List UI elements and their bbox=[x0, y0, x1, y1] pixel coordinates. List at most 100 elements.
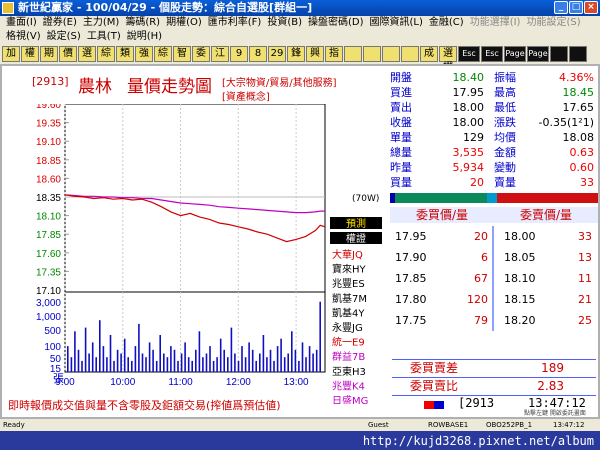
menu-bar: 畫面(I) 證券(E) 主力(M) 籌碼(R) 期權(O) 匯市利率(F) 投資(B) 操盤密… bbox=[0, 16, 600, 44]
volume-bar bbox=[259, 353, 261, 372]
close-button[interactable]: × bbox=[584, 1, 598, 14]
quote-label: 金額 bbox=[494, 146, 516, 159]
toolbar-button[interactable]: 強 bbox=[135, 46, 153, 62]
volume-bar bbox=[109, 335, 112, 372]
volume-tick-label: 1,000 bbox=[36, 312, 61, 323]
toolbar-button[interactable] bbox=[550, 46, 568, 62]
time-tick-label: 12:00 bbox=[226, 377, 251, 388]
stock-concept[interactable]: [資產概念] bbox=[222, 88, 270, 103]
price-volume-chart[interactable]: 19.60 19.35 19.10 18.85 18.60 18.35 18.10 17.85… bbox=[10, 104, 387, 404]
toolbar-button[interactable]: 綜 bbox=[154, 46, 172, 62]
broker-label: 日盛MG bbox=[332, 394, 368, 404]
toolbar-button[interactable]: 9 bbox=[230, 46, 248, 62]
quote-label: 買進 bbox=[390, 86, 412, 99]
menu-item[interactable]: 操盤密碼(D) bbox=[305, 16, 367, 30]
volume-bar bbox=[291, 331, 293, 372]
menu-item[interactable]: 證券(E) bbox=[40, 16, 80, 30]
volume-bar bbox=[234, 353, 236, 372]
broker-label: 群益7B bbox=[332, 350, 365, 363]
menu-item[interactable]: 匯市利率(F) bbox=[205, 16, 265, 30]
orderbook: 17.95 20 18.00 33 17.90 6 18.05 13 17.85 67 18.10 1… bbox=[390, 226, 598, 331]
price-tick-label: 18.85 bbox=[36, 156, 61, 167]
toolbar-button[interactable]: 選擇 bbox=[439, 46, 457, 73]
ask-qty: 33 bbox=[578, 230, 592, 243]
toolbar-button[interactable]: 指 bbox=[325, 46, 343, 62]
toolbar-button[interactable]: 智 bbox=[173, 46, 191, 62]
volume-bar bbox=[255, 360, 257, 372]
quote-label: 賣量 bbox=[494, 176, 516, 189]
toolbar-button[interactable]: 江 bbox=[211, 46, 229, 62]
orderbook-row[interactable]: 17.80 120 18.15 21 bbox=[390, 289, 598, 310]
toolbar-button[interactable]: Esc bbox=[458, 46, 480, 62]
orderbook-summary: 委買賣差 189 委買賣比 2.83 bbox=[390, 359, 598, 396]
menu-item[interactable]: 畫面(I) bbox=[3, 16, 40, 30]
toolbar-button[interactable]: 鋒 bbox=[287, 46, 305, 62]
maximize-button[interactable]: □ bbox=[569, 1, 583, 14]
toolbar-button[interactable] bbox=[569, 46, 587, 62]
status-time: 13:47:12 bbox=[553, 421, 585, 429]
quote-value: 4.36% bbox=[559, 71, 594, 84]
bid-qty: 6 bbox=[481, 251, 488, 264]
orderbook-row[interactable]: 17.95 20 18.00 33 bbox=[390, 226, 598, 247]
toolbar-button[interactable] bbox=[401, 46, 419, 62]
quote-label: 買量 bbox=[390, 176, 412, 189]
menu-item[interactable]: 功能選擇(I) bbox=[467, 16, 524, 30]
diff-value: 189 bbox=[541, 361, 564, 375]
toolbar-button[interactable]: Page Up bbox=[504, 46, 526, 72]
toolbar-button[interactable] bbox=[344, 46, 362, 62]
window-titlebar: 新世紀贏家 - 100/04/29 - 個股走勢：綜合自選股[群組一] _ □ … bbox=[0, 0, 600, 16]
quote-label: 最低 bbox=[494, 101, 516, 114]
bid-price: 17.85 bbox=[395, 272, 427, 285]
menu-item[interactable]: 功能設定(S) bbox=[523, 16, 583, 30]
volume-bar bbox=[180, 353, 183, 372]
menu-item[interactable]: 投資(B) bbox=[264, 16, 305, 30]
menu-item[interactable]: 設定(S) bbox=[44, 30, 84, 44]
toolbar-button[interactable] bbox=[382, 46, 400, 62]
price-tick-label: 17.10 bbox=[36, 286, 61, 297]
toolbar-button[interactable]: Page Down bbox=[527, 46, 551, 72]
status-user: Guest bbox=[368, 421, 389, 429]
menu-item[interactable]: 說明(H) bbox=[124, 30, 165, 44]
volume-bar bbox=[266, 357, 268, 372]
minimize-button[interactable]: _ bbox=[554, 1, 568, 14]
quote-panel: 開盤 18.40 振幅 4.36% 買進 17.95 最高 18.45 賣出 18.00 最低 17.… bbox=[390, 70, 598, 190]
orderbook-row[interactable]: 17.75 79 18.20 25 bbox=[390, 310, 598, 331]
stock-category[interactable]: [大宗物資/貿易/其他服務] bbox=[222, 74, 337, 89]
menu-item[interactable]: 籌碼(R) bbox=[122, 16, 163, 30]
toolbar-button[interactable]: 29 bbox=[268, 46, 286, 62]
ratio-value: 2.83 bbox=[537, 379, 564, 393]
menu-item[interactable]: 期權(O) bbox=[163, 16, 205, 30]
toolbar-button[interactable]: 選 bbox=[78, 46, 96, 62]
menu-item[interactable]: 國際資訊(L) bbox=[367, 16, 426, 30]
toolbar-button[interactable]: 價 bbox=[59, 46, 77, 62]
volume-bar bbox=[70, 357, 73, 372]
orderbook-row[interactable]: 17.90 6 18.05 13 bbox=[390, 247, 598, 268]
menu-item[interactable]: 主力(M) bbox=[80, 16, 122, 30]
stock-code: [2913] bbox=[32, 75, 69, 88]
volume-bar bbox=[298, 360, 300, 372]
toolbar-button[interactable]: 興 bbox=[306, 46, 324, 62]
volume-bar bbox=[205, 353, 208, 372]
price-tick-label: 19.60 bbox=[36, 104, 61, 111]
menu-item[interactable]: 金融(C) bbox=[426, 16, 467, 30]
quote-value: 129 bbox=[463, 131, 484, 144]
toolbar-button[interactable] bbox=[363, 46, 381, 62]
menu-item[interactable]: 格視(V) bbox=[3, 30, 44, 44]
volume-bar bbox=[84, 327, 87, 372]
toolbar-button[interactable]: 委 bbox=[192, 46, 210, 62]
toolbar-button[interactable]: 期 bbox=[40, 46, 58, 62]
sign-label: 權證 bbox=[346, 232, 366, 245]
toolbar-button[interactable]: 類 bbox=[116, 46, 134, 62]
toolbar-button[interactable]: 綜 bbox=[97, 46, 115, 62]
toolbar-button[interactable]: 權 bbox=[21, 46, 39, 62]
toolbar-button[interactable]: 加 bbox=[2, 46, 20, 62]
toolbar-button[interactable]: Esc bbox=[481, 46, 503, 62]
orderbook-row[interactable]: 17.85 67 18.10 11 bbox=[390, 268, 598, 289]
menu-item[interactable]: 工具(T) bbox=[84, 30, 124, 44]
volume-bar bbox=[163, 353, 165, 372]
volume-bar bbox=[155, 360, 158, 372]
toolbar-button[interactable]: 成 bbox=[420, 46, 438, 62]
menu-row-2: 格視(V) 設定(S) 工具(T) 說明(H) bbox=[0, 30, 600, 44]
bid-qty: 20 bbox=[474, 230, 488, 243]
toolbar-button[interactable]: 8 bbox=[249, 46, 267, 62]
